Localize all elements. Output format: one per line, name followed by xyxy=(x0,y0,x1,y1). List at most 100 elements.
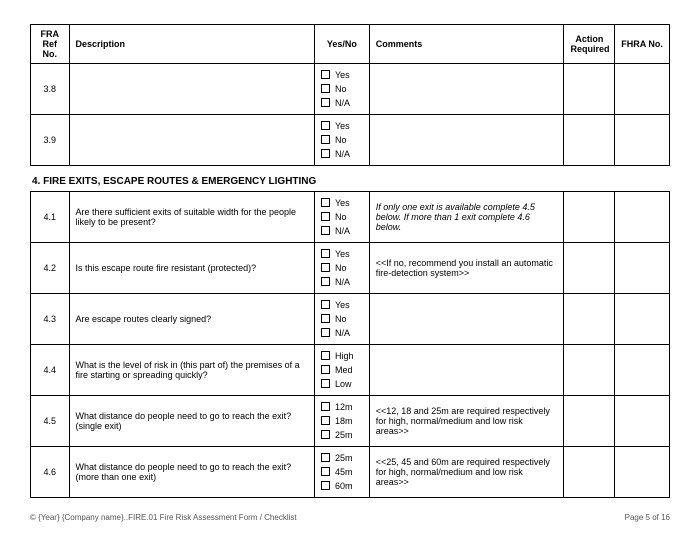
options-cell: 25m 45m 60m xyxy=(314,447,369,498)
fhra-cell xyxy=(615,243,670,294)
ref-cell: 4.5 xyxy=(31,396,70,447)
opt-label: Yes xyxy=(335,121,350,131)
opt-label: No xyxy=(335,263,347,273)
opt-label: N/A xyxy=(335,277,350,287)
options-cell: High Med Low xyxy=(314,345,369,396)
checkbox-icon[interactable] xyxy=(321,135,330,144)
fhra-cell xyxy=(615,64,670,115)
checkbox-icon[interactable] xyxy=(321,328,330,337)
options-cell: Yes No N/A xyxy=(314,192,369,243)
opt-label: 25m xyxy=(335,453,353,463)
opt-label: No xyxy=(335,314,347,324)
desc-cell: Are there sufficient exits of suitable w… xyxy=(69,192,314,243)
checkbox-icon[interactable] xyxy=(321,198,330,207)
fhra-cell xyxy=(615,345,670,396)
opt-label: 45m xyxy=(335,467,353,477)
comment-cell xyxy=(369,294,564,345)
options-cell: Yes No N/A xyxy=(314,243,369,294)
opt-label: 12m xyxy=(335,402,353,412)
checkbox-icon[interactable] xyxy=(321,212,330,221)
opt-label: Yes xyxy=(335,198,350,208)
action-cell xyxy=(564,64,615,115)
ref-cell: 4.6 xyxy=(31,447,70,498)
comment-cell: <<25, 45 and 60m are required respective… xyxy=(369,447,564,498)
action-cell xyxy=(564,345,615,396)
action-cell xyxy=(564,115,615,166)
checkbox-icon[interactable] xyxy=(321,249,330,258)
opt-label: Yes xyxy=(335,249,350,259)
col-comments: Comments xyxy=(369,25,564,64)
desc-cell xyxy=(69,64,314,115)
ref-cell: 4.1 xyxy=(31,192,70,243)
checkbox-icon[interactable] xyxy=(321,351,330,360)
section-3-table: FRA Ref No. Description Yes/No Comments … xyxy=(30,24,670,166)
opt-label: Yes xyxy=(335,300,350,310)
comment-cell xyxy=(369,345,564,396)
table-row: 4.1 Are there sufficient exits of suitab… xyxy=(31,192,670,243)
checkbox-icon[interactable] xyxy=(321,402,330,411)
action-cell xyxy=(564,447,615,498)
ref-cell: 3.9 xyxy=(31,115,70,166)
opt-label: 60m xyxy=(335,481,353,491)
checkbox-icon[interactable] xyxy=(321,226,330,235)
opt-label: N/A xyxy=(335,328,350,338)
opt-label: Med xyxy=(335,365,353,375)
footer-left: © {Year} {Company name}..FIRE.01 Fire Ri… xyxy=(30,513,297,522)
checkbox-icon[interactable] xyxy=(321,314,330,323)
opt-label: N/A xyxy=(335,98,350,108)
checkbox-icon[interactable] xyxy=(321,453,330,462)
opt-label: No xyxy=(335,212,347,222)
checkbox-icon[interactable] xyxy=(321,121,330,130)
table-row: 4.5 What distance do people need to go t… xyxy=(31,396,670,447)
table-row: 4.6 What distance do people need to go t… xyxy=(31,447,670,498)
opt-label: Low xyxy=(335,379,352,389)
col-action: Action Required xyxy=(564,25,615,64)
ref-cell: 4.2 xyxy=(31,243,70,294)
comment-cell xyxy=(369,115,564,166)
desc-cell xyxy=(69,115,314,166)
checkbox-icon[interactable] xyxy=(321,98,330,107)
desc-cell: What distance do people need to go to re… xyxy=(69,396,314,447)
checkbox-icon[interactable] xyxy=(321,481,330,490)
fhra-cell xyxy=(615,447,670,498)
checkbox-icon[interactable] xyxy=(321,84,330,93)
checkbox-icon[interactable] xyxy=(321,467,330,476)
fhra-cell xyxy=(615,115,670,166)
checkbox-icon[interactable] xyxy=(321,70,330,79)
checkbox-icon[interactable] xyxy=(321,263,330,272)
comment-cell: <<If no, recommend you install an automa… xyxy=(369,243,564,294)
checkbox-icon[interactable] xyxy=(321,379,330,388)
checkbox-icon[interactable] xyxy=(321,300,330,309)
options-cell: Yes No N/A xyxy=(314,294,369,345)
opt-label: No xyxy=(335,84,347,94)
table-row: 4.4 What is the level of risk in (this p… xyxy=(31,345,670,396)
opt-label: 25m xyxy=(335,430,353,440)
options-cell: Yes No N/A xyxy=(314,64,369,115)
col-ref: FRA Ref No. xyxy=(31,25,70,64)
table-row: 4.2 Is this escape route fire resistant … xyxy=(31,243,670,294)
opt-label: N/A xyxy=(335,226,350,236)
checkbox-icon[interactable] xyxy=(321,416,330,425)
checkbox-icon[interactable] xyxy=(321,365,330,374)
action-cell xyxy=(564,396,615,447)
comment-cell: If only one exit is available complete 4… xyxy=(369,192,564,243)
table-row: 3.8 Yes No N/A xyxy=(31,64,670,115)
checkbox-icon[interactable] xyxy=(321,277,330,286)
fhra-cell xyxy=(615,294,670,345)
col-description: Description xyxy=(69,25,314,64)
action-cell xyxy=(564,192,615,243)
action-cell xyxy=(564,243,615,294)
action-cell xyxy=(564,294,615,345)
section-4-title: 4. FIRE EXITS, ESCAPE ROUTES & EMERGENCY… xyxy=(32,176,670,187)
opt-label: N/A xyxy=(335,149,350,159)
opt-label: High xyxy=(335,351,354,361)
footer-right: Page 5 of 16 xyxy=(625,513,670,522)
ref-cell: 3.8 xyxy=(31,64,70,115)
col-fhra: FHRA No. xyxy=(615,25,670,64)
table-row: 4.3 Are escape routes clearly signed? Ye… xyxy=(31,294,670,345)
options-cell: 12m 18m 25m xyxy=(314,396,369,447)
opt-label: 18m xyxy=(335,416,353,426)
checkbox-icon[interactable] xyxy=(321,149,330,158)
checkbox-icon[interactable] xyxy=(321,430,330,439)
col-yesno: Yes/No xyxy=(314,25,369,64)
